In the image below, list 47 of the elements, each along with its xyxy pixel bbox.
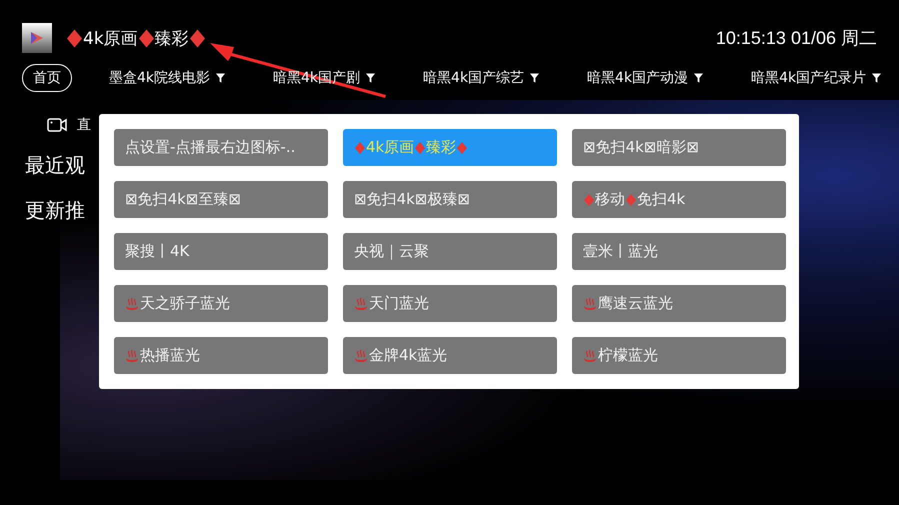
source-option[interactable]: 央视｜云聚: [343, 233, 557, 270]
category-tab[interactable]: 暗黑4k国产综艺: [412, 64, 550, 92]
diamond-icon: [355, 142, 365, 154]
section-heading: 更新推: [25, 197, 85, 224]
filter-icon[interactable]: [872, 73, 882, 83]
hot-spring-icon: [354, 296, 368, 310]
source-option[interactable]: 4k原画 臻彩: [343, 129, 557, 166]
source-option[interactable]: 柠檬蓝光: [572, 337, 786, 374]
category-tab[interactable]: 暗黑4k国产动漫: [576, 64, 714, 92]
diamond-icon: [626, 194, 636, 206]
source-option[interactable]: 天门蓝光: [343, 285, 557, 322]
live-label[interactable]: 直: [77, 116, 91, 134]
source-option[interactable]: 移动 免扫4k: [572, 181, 786, 218]
hot-spring-icon: [354, 348, 368, 362]
category-tab[interactable]: 首页: [22, 64, 72, 92]
clock-text: 10:15:13 01/06 周二: [716, 27, 877, 50]
source-option[interactable]: 壹米丨蓝光: [572, 233, 786, 270]
diamond-icon: [138, 28, 154, 48]
category-tab[interactable]: 暗黑4k国产纪录片: [740, 64, 892, 92]
source-option[interactable]: ⊠免扫4k⊠极臻⊠: [343, 181, 557, 218]
source-option[interactable]: 点设置-点播最右边图标-..: [114, 129, 328, 166]
source-option[interactable]: 聚搜丨4K: [114, 233, 328, 270]
section-heading: 最近观: [25, 152, 85, 179]
filter-icon[interactable]: [216, 73, 226, 83]
source-option[interactable]: ⊠免扫4k⊠暗影⊠: [572, 129, 786, 166]
diamond-icon: [190, 28, 205, 48]
source-option[interactable]: 天之骄子蓝光: [114, 285, 328, 322]
hot-spring-icon: [125, 296, 139, 310]
hot-spring-icon: [583, 296, 597, 310]
app-title: 臻彩: [154, 28, 189, 50]
diamond-icon: [67, 28, 82, 48]
filter-icon[interactable]: [530, 73, 540, 83]
diamond-icon: [584, 194, 594, 206]
app-logo-icon: [22, 23, 52, 53]
filter-icon[interactable]: [694, 73, 704, 83]
hot-spring-icon: [125, 348, 139, 362]
diamond-icon: [415, 142, 426, 154]
category-tab[interactable]: 墨盒4k院线电影: [98, 64, 236, 92]
source-option[interactable]: 鹰速云蓝光: [572, 285, 786, 322]
diamond-icon: [457, 142, 468, 154]
source-option[interactable]: 金牌4k蓝光: [343, 337, 557, 374]
source-option[interactable]: 热播蓝光: [114, 337, 328, 374]
hot-spring-icon: [583, 348, 597, 362]
video-camera-icon: [47, 118, 67, 132]
app-title: 4k原画: [83, 28, 138, 50]
source-option[interactable]: ⊠免扫4k⊠至臻⊠: [114, 181, 328, 218]
filter-icon[interactable]: [366, 73, 376, 83]
